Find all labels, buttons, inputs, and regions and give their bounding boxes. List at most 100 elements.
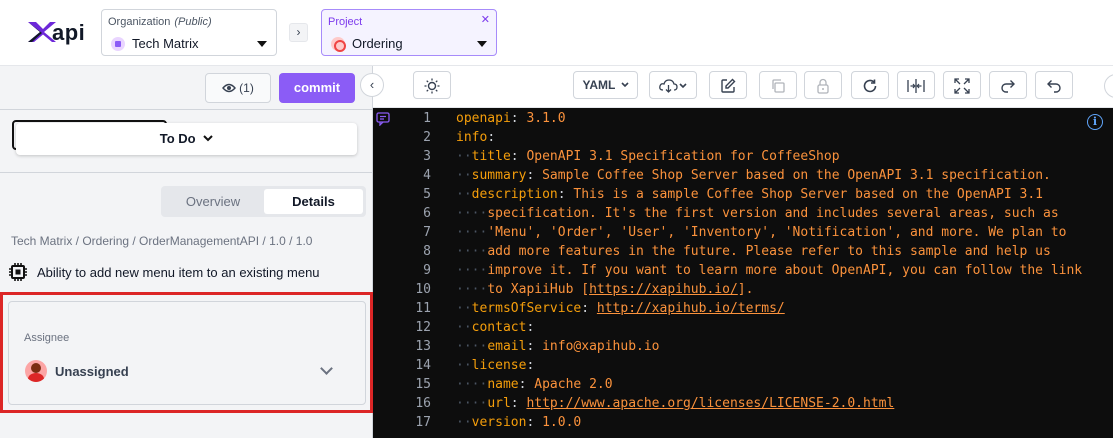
code-text: ····improve it. If you want to learn mor… (456, 263, 1083, 278)
avatar (25, 360, 47, 382)
status-dropdown[interactable]: To Do (16, 123, 357, 155)
tab-overview[interactable]: Overview (164, 189, 262, 214)
line-number: 7 (423, 225, 431, 240)
code-line: 12 ··contact: (373, 320, 1113, 339)
code-line: 7 ····'Menu', 'Order', 'User', 'Inventory… (373, 225, 1113, 244)
cloud-download-icon (659, 79, 687, 93)
assignee-label: Assignee (24, 332, 70, 344)
chevron-down-icon (620, 82, 629, 88)
code-line: 3 ··title: OpenAPI 3.1 Specification for … (373, 149, 1113, 168)
edit-icon (721, 78, 736, 93)
line-number: 13 (415, 339, 431, 354)
collapse-panel-button[interactable]: ‹ (360, 73, 384, 97)
breadcrumb-next-button[interactable]: › (289, 23, 308, 42)
copy-button[interactable] (759, 71, 797, 99)
lock-button[interactable] (804, 71, 842, 99)
organization-label: Organization (Public) (108, 16, 212, 28)
line-number: 3 (423, 149, 431, 164)
line-number: 16 (415, 396, 431, 411)
project-select[interactable]: Project ✕ Ordering (321, 9, 497, 56)
caret-down-icon (477, 41, 487, 47)
code-text: ····email: info@xapihub.io (456, 339, 660, 354)
project-value: Ordering (352, 36, 403, 51)
refresh-icon (863, 79, 877, 93)
code-line: 16 ····url: http://www.apache.org/license… (373, 396, 1113, 415)
format-label: YAML (582, 78, 616, 92)
code-text: ··termsOfService: http://xapihub.io/term… (456, 301, 785, 316)
code-line: 4 ··summary: Sample Coffee Shop Server ba… (373, 168, 1113, 187)
close-icon[interactable]: ✕ (481, 13, 490, 26)
code-line: 14 ··license: (373, 358, 1113, 377)
code-text: ··contact: (456, 320, 535, 335)
editor-toolbar: YAML (373, 66, 1113, 108)
format-dropdown[interactable]: YAML (573, 71, 638, 99)
split-view-button[interactable] (897, 71, 935, 99)
chevron-down-icon[interactable] (320, 362, 333, 375)
code-line: 17 ··version: 1.0.0 (373, 415, 1113, 434)
code-line: 13 ····email: info@xapihub.io (373, 339, 1113, 358)
code-line: 1 openapi: 3.1.0 (373, 111, 1113, 130)
line-number: 2 (423, 130, 431, 145)
assignee-card[interactable]: Assignee Unassigned (8, 301, 366, 405)
view-tabs: Overview Details (161, 186, 366, 217)
copy-icon (772, 79, 785, 93)
project-icon (331, 37, 346, 52)
organization-value: Tech Matrix (132, 36, 199, 51)
code-text: ··license: (456, 358, 535, 373)
top-header: api Organization (Public) Tech Matrix › P… (0, 0, 1113, 66)
code-line: 10 ····to XapiiHub [https://xapihub.io/]. (373, 282, 1113, 301)
line-number: 15 (415, 377, 431, 392)
chevron-down-icon (203, 135, 213, 142)
code-line: 9 ····improve it. If you want to learn mo… (373, 263, 1113, 282)
caret-down-icon (257, 41, 267, 47)
status-label: To Do (159, 131, 196, 146)
code-line: 11 ··termsOfService: http://xapihub.io/te… (373, 301, 1113, 320)
undo-button[interactable] (1035, 71, 1073, 99)
code-text: ··title: OpenAPI 3.1 Specification for C… (456, 149, 840, 164)
download-dropdown[interactable] (649, 71, 697, 99)
line-number: 5 (423, 187, 431, 202)
code-line: 6 ····specification. It's the first versi… (373, 206, 1113, 225)
line-number: 6 (423, 206, 431, 221)
eye-icon (222, 83, 237, 93)
logo-text: api (52, 20, 86, 45)
line-number: 10 (415, 282, 431, 297)
sun-icon (424, 78, 440, 94)
chip-icon (9, 263, 27, 281)
refresh-button[interactable] (851, 71, 889, 99)
code-editor[interactable]: i 1 openapi: 3.1.0 2 info: 3 ··title: OpenAPI… (373, 108, 1113, 438)
line-number: 4 (423, 168, 431, 183)
assignee-value: Unassigned (55, 364, 129, 379)
code-text: ····url: http://www.apache.org/licenses/… (456, 396, 895, 411)
redo-button[interactable] (989, 71, 1027, 99)
project-label: Project (328, 16, 363, 28)
redo-icon (1001, 80, 1015, 93)
code-line: 8 ····add more features in the future. Pl… (373, 244, 1113, 263)
breadcrumb: Tech Matrix / Ordering / OrderManagement… (11, 234, 313, 248)
xapi-logo[interactable]: api (26, 18, 88, 46)
code-text: openapi: 3.1.0 (456, 111, 566, 126)
tab-details[interactable]: Details (264, 189, 363, 214)
organization-icon (111, 37, 125, 51)
watchers-count: (1) (239, 81, 254, 95)
code-text: ··description: This is a sample Coffee S… (456, 187, 1044, 202)
lock-icon (817, 78, 829, 94)
edit-button[interactable] (709, 71, 747, 99)
left-panel: (1) commit To Do Overview Details Tech M… (0, 66, 373, 438)
item-title: Ability to add new menu item to an exist… (37, 265, 320, 280)
organization-select[interactable]: Organization (Public) Tech Matrix (101, 9, 277, 56)
line-number: 12 (415, 320, 431, 335)
code-text: ····name: Apache 2.0 (456, 377, 613, 392)
code-line: 15 ····name: Apache 2.0 (373, 377, 1113, 396)
more-toggle[interactable] (1104, 74, 1113, 98)
divider (0, 109, 372, 110)
line-number: 11 (415, 301, 431, 316)
code-text: ····specification. It's the first versio… (456, 206, 1059, 221)
watchers-button[interactable]: (1) (205, 73, 271, 103)
commit-button[interactable]: commit (279, 73, 355, 103)
fullscreen-button[interactable] (943, 71, 981, 99)
code-text: ····to XapiiHub [https://xapihub.io/]. (456, 282, 754, 297)
code-text: ····add more features in the future. Ple… (456, 244, 1051, 259)
theme-toggle-button[interactable] (413, 71, 451, 99)
line-number: 9 (423, 263, 431, 278)
